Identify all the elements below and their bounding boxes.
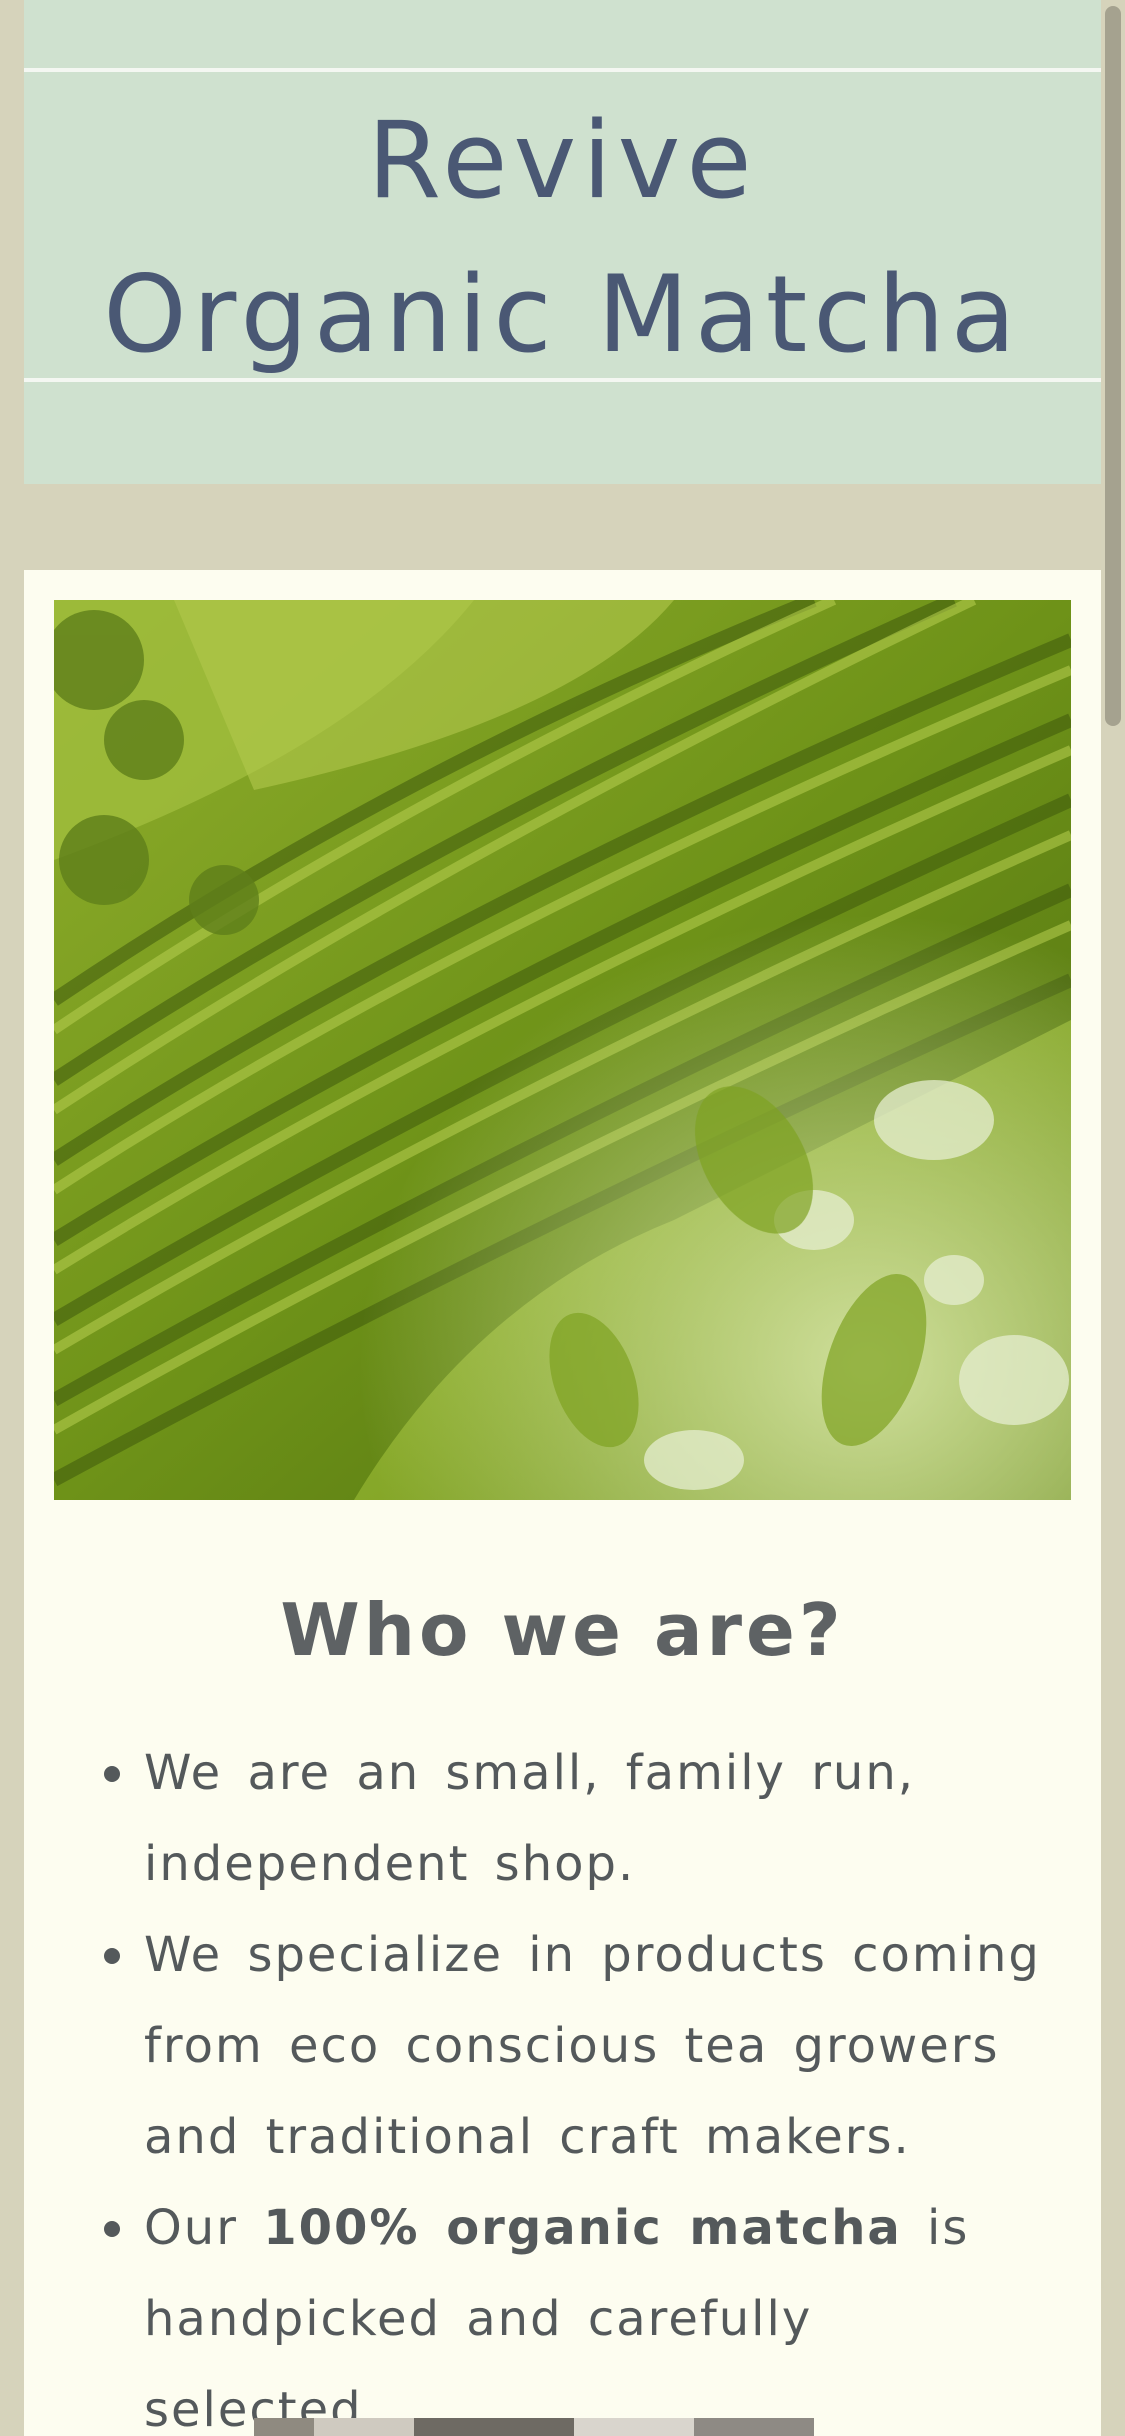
tea-plantation-illustration [54,600,1071,1500]
next-image-preview [254,2418,814,2436]
site-title-line-2: Organic Matcha [103,253,1022,376]
bullet-icon [104,1766,120,1782]
bullet-icon [104,1948,120,1964]
about-item-highlight: 100% organic matcha [263,2200,902,2256]
tea-plantation-photo [54,600,1071,1500]
about-list: We are an small, family run, independent… [104,1728,1044,2436]
header-top-rule [24,68,1101,72]
list-item: We are an small, family run, independent… [104,1728,1044,1910]
about-item-text: We specialize in products coming from ec… [144,1927,1041,2165]
bullet-icon [104,2221,120,2237]
about-item-text: Our [144,2200,264,2256]
about-item-text: We are an small, family run, independent… [144,1745,916,1892]
main-content-card: Who we are? We are an small, family run,… [24,570,1101,2436]
about-heading: Who we are? [280,1588,845,1672]
site-title: Revive Organic Matcha [24,84,1101,392]
site-header: Revive Organic Matcha [24,0,1101,484]
site-title-line-1: Revive [367,99,758,222]
page: Revive Organic Matcha Who we are? We are… [0,0,1125,2436]
header-bottom-rule [24,378,1101,382]
scrollbar-thumb[interactable] [1105,6,1121,726]
list-item: Our 100% organic matcha is handpicked an… [104,2183,1044,2436]
page-scrollbar[interactable] [1101,0,1125,2436]
list-item: We specialize in products coming from ec… [104,1910,1044,2183]
